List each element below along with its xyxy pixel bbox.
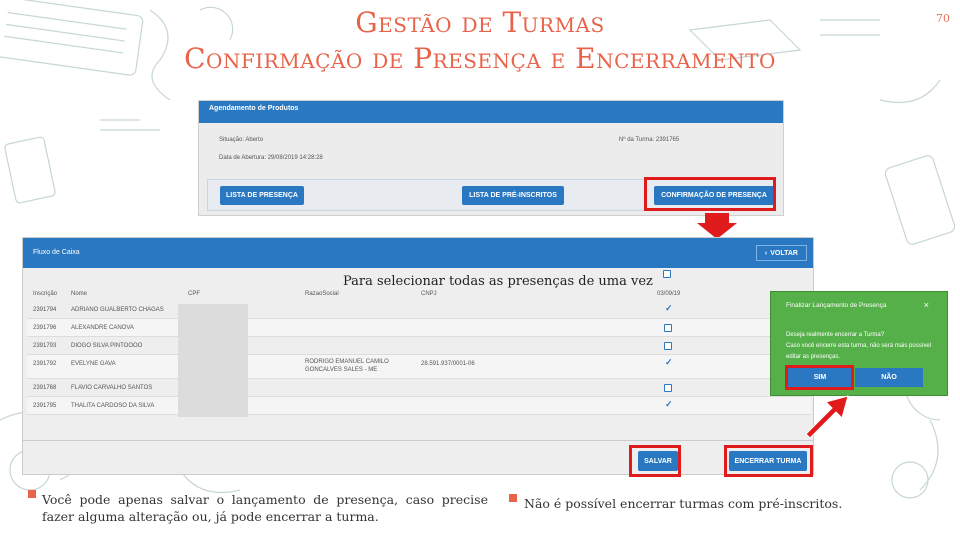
data-abertura-text: Data de Abertura: 29/08/2019 14:28:28 [219,155,323,161]
table-row: 2391795 THALITA CARDOSO DA SILVA ✓ [27,397,811,415]
table-row: 2391796 ALEXANDRE CANOVA [27,319,811,337]
bullet-left: Você pode apenas salvar o lançamento de … [42,492,488,524]
bullet-right: Não é possível encerrar turmas com pré-i… [524,496,843,511]
cell-razao-line2: GONCALVES SALES - ME [305,367,378,373]
fluxo-header-title: Fluxo de Caixa [33,249,80,256]
table-row: 2391793 DIOGO SILVA PINTOOOO [27,337,811,355]
cell-inscricao: 2391768 [33,385,57,391]
lista-pre-inscritos-button[interactable]: LISTA DE PRÉ-INSCRITOS [462,186,564,205]
check-icon[interactable]: ✓ [665,399,673,410]
modal-body: Deseja realmente encerrar a Turma? Caso … [786,330,946,363]
cell-nome: EVELYNE GAVA [71,361,116,367]
cell-razao-line1: RODRIGO EMANUEL CAMILO [305,359,389,365]
situacao-text: Situação: Aberto [219,137,264,143]
col-date: 03/09/19 [657,291,681,297]
cell-cnpj: 28.591.937/0001-06 [421,361,475,367]
highlight-confirmacao [644,177,776,211]
lista-presenca-button[interactable]: LISTA DE PRESENÇA [220,186,304,205]
select-all-note: Para selecionar todas as presenças de um… [343,274,653,289]
modal-question: Deseja realmente encerrar a Turma? [786,332,885,338]
arrow-up-right-icon [805,395,849,439]
cell-nome: THALITA CARDOSO DA SILVA [71,403,155,409]
select-all-checkbox[interactable] [663,270,671,278]
cell-nome: ALEXANDRE CANOVA [71,325,134,331]
highlight-encerrar [724,445,813,477]
modal-title: Finalizar Lançamento de Presença [786,302,887,309]
highlight-sim [785,365,854,390]
cell-inscricao: 2391795 [33,403,57,409]
table-row: 2391794 ADRIANO GUALBERTO CHAGAS ✓ [27,301,811,319]
footer-actions: SALVAR ENCERRAR TURMA [23,440,813,474]
col-inscricao: Inscrição [33,291,58,297]
table-row: 2391768 FLAVIO CARVALHO SANTOS [27,379,811,397]
presenca-panel: Fluxo de Caixa ‹ VOLTAR Para selecionar … [22,237,814,475]
fluxo-header: Fluxo de Caixa ‹ VOLTAR [23,238,813,268]
cpf-redacted [178,304,248,417]
col-razao-social: RazaoSocial [305,291,339,297]
numero-turma-text: Nº da Turma: 2391765 [619,137,680,143]
bullet-marker [28,490,36,498]
cell-nome: FLAVIO CARVALHO SANTOS [71,385,153,391]
col-cnpj: CNPJ [421,291,437,297]
nao-button[interactable]: NÃO [855,368,923,387]
slide-title: Gestão de Turmas [355,6,605,39]
presence-checkbox[interactable] [664,384,672,392]
voltar-label: VOLTAR [770,249,798,257]
close-icon[interactable]: × [924,300,929,310]
cell-nome: DIOGO SILVA PINTOOOO [71,343,143,349]
agendamento-header: Agendamento de Produtos [199,101,783,123]
table-row: 2391792 EVELYNE GAVA RODRIGO EMANUEL CAM… [27,355,811,379]
highlight-salvar [629,445,681,477]
presence-checkbox[interactable] [664,324,672,332]
check-icon[interactable]: ✓ [665,303,673,314]
cell-nome: ADRIANO GUALBERTO CHAGAS [71,307,164,313]
down-arrow-icon [697,213,737,239]
bullet-marker [509,494,517,502]
slide-subtitle: Confirmação de Presença e Encerramento [184,42,776,75]
cell-inscricao: 2391793 [33,343,57,349]
cell-inscricao: 2391792 [33,361,57,367]
chevron-left-icon: ‹ [764,249,768,257]
check-icon[interactable]: ✓ [665,357,673,368]
cell-inscricao: 2391794 [33,307,57,313]
voltar-button[interactable]: ‹ VOLTAR [755,245,807,261]
cell-inscricao: 2391796 [33,325,57,331]
modal-warning: Caso você encerre esta turma, não será m… [786,343,932,360]
col-cpf: CPF [188,291,200,297]
presence-checkbox[interactable] [664,342,672,350]
col-nome: Nome [71,291,88,297]
